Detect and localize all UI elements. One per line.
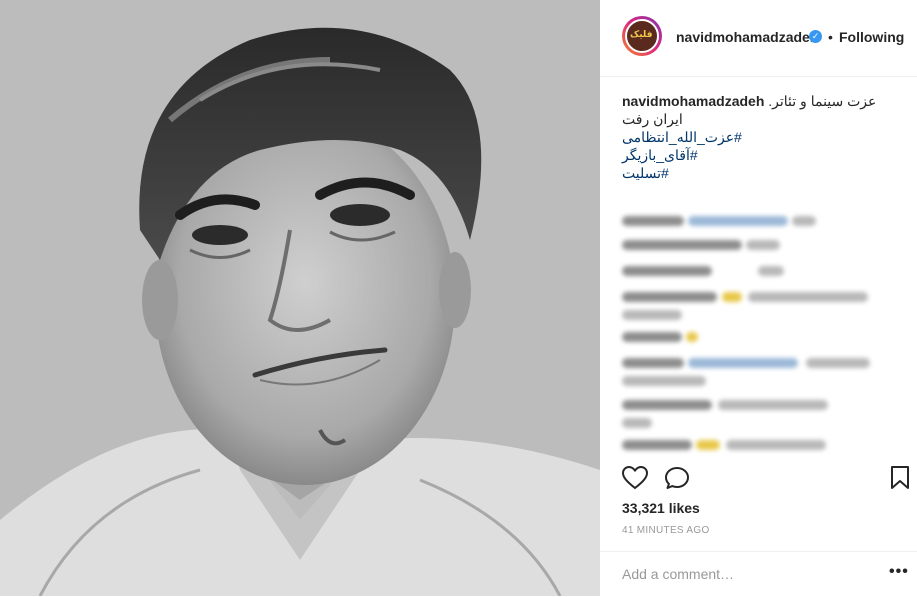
- blurred-comment-text: [688, 358, 798, 368]
- blurred-comment-text: [622, 376, 706, 386]
- heart-icon[interactable]: [621, 465, 649, 495]
- blurred-comment-text: [718, 400, 828, 410]
- blurred-comment-username: [622, 292, 717, 302]
- blurred-comment-text: [746, 240, 780, 250]
- avatar-logo-text: فلیک: [630, 30, 653, 40]
- caption-line-2: ایران رفت: [622, 111, 683, 127]
- hashtag-link[interactable]: #عزت_الله_انتظامی: [622, 128, 902, 146]
- blurred-comment-text: [622, 418, 652, 428]
- bookmark-icon[interactable]: [890, 466, 910, 495]
- blurred-comment-username: [622, 216, 684, 226]
- blurred-emoji: [686, 332, 698, 342]
- more-options-icon[interactable]: •••: [889, 563, 909, 581]
- caption-username[interactable]: navidmohamadzadeh: [622, 93, 764, 109]
- comments-list-blurred: [622, 210, 912, 460]
- following-button[interactable]: Following: [839, 29, 904, 45]
- caption-line-1: عزت سینما و تئاتر.: [768, 93, 877, 109]
- blurred-comment-text: [748, 292, 868, 302]
- blurred-comment-text: [792, 216, 816, 226]
- blurred-comment-username: [622, 266, 712, 276]
- blurred-comment-text: [688, 216, 788, 226]
- hashtag-link[interactable]: #آقای_بازیگر: [622, 146, 902, 164]
- blurred-comment-username: [622, 240, 742, 250]
- post-header: فلیک navidmohamadzadeh ✓ • Following: [600, 0, 917, 77]
- blurred-emoji: [696, 440, 720, 450]
- comment-icon[interactable]: [664, 466, 690, 495]
- portrait-image: [0, 0, 600, 596]
- blurred-comment-text: [806, 358, 870, 368]
- avatar-image: فلیک: [625, 19, 659, 53]
- post-actions: [621, 465, 912, 495]
- hashtag-link[interactable]: #تسلیت: [622, 164, 902, 182]
- separator-dot: •: [828, 29, 833, 45]
- header-username[interactable]: navidmohamadzadeh: [676, 29, 818, 45]
- post-caption: navidmohamadzadeh عزت سینما و تئاتر. ایر…: [622, 92, 902, 182]
- blurred-comment-username: [622, 400, 712, 410]
- blurred-comment-username: [622, 440, 692, 450]
- blurred-comment-text: [622, 310, 682, 320]
- blurred-comment-username: [622, 358, 684, 368]
- post-timestamp[interactable]: 41 MINUTES AGO: [622, 525, 710, 536]
- avatar[interactable]: فلیک: [622, 16, 662, 56]
- post-photo[interactable]: [0, 0, 600, 596]
- blurred-comment-username: [622, 332, 682, 342]
- blurred-emoji: [722, 292, 742, 302]
- post-side-panel: فلیک navidmohamadzadeh ✓ • Following nav…: [600, 0, 917, 596]
- blurred-comment-text: [726, 440, 826, 450]
- likes-count[interactable]: 33,321 likes: [622, 500, 700, 516]
- blurred-comment-text: [758, 266, 784, 276]
- comment-bar: •••: [600, 551, 917, 597]
- comment-input[interactable]: [622, 563, 872, 585]
- verified-badge-icon: ✓: [809, 30, 822, 43]
